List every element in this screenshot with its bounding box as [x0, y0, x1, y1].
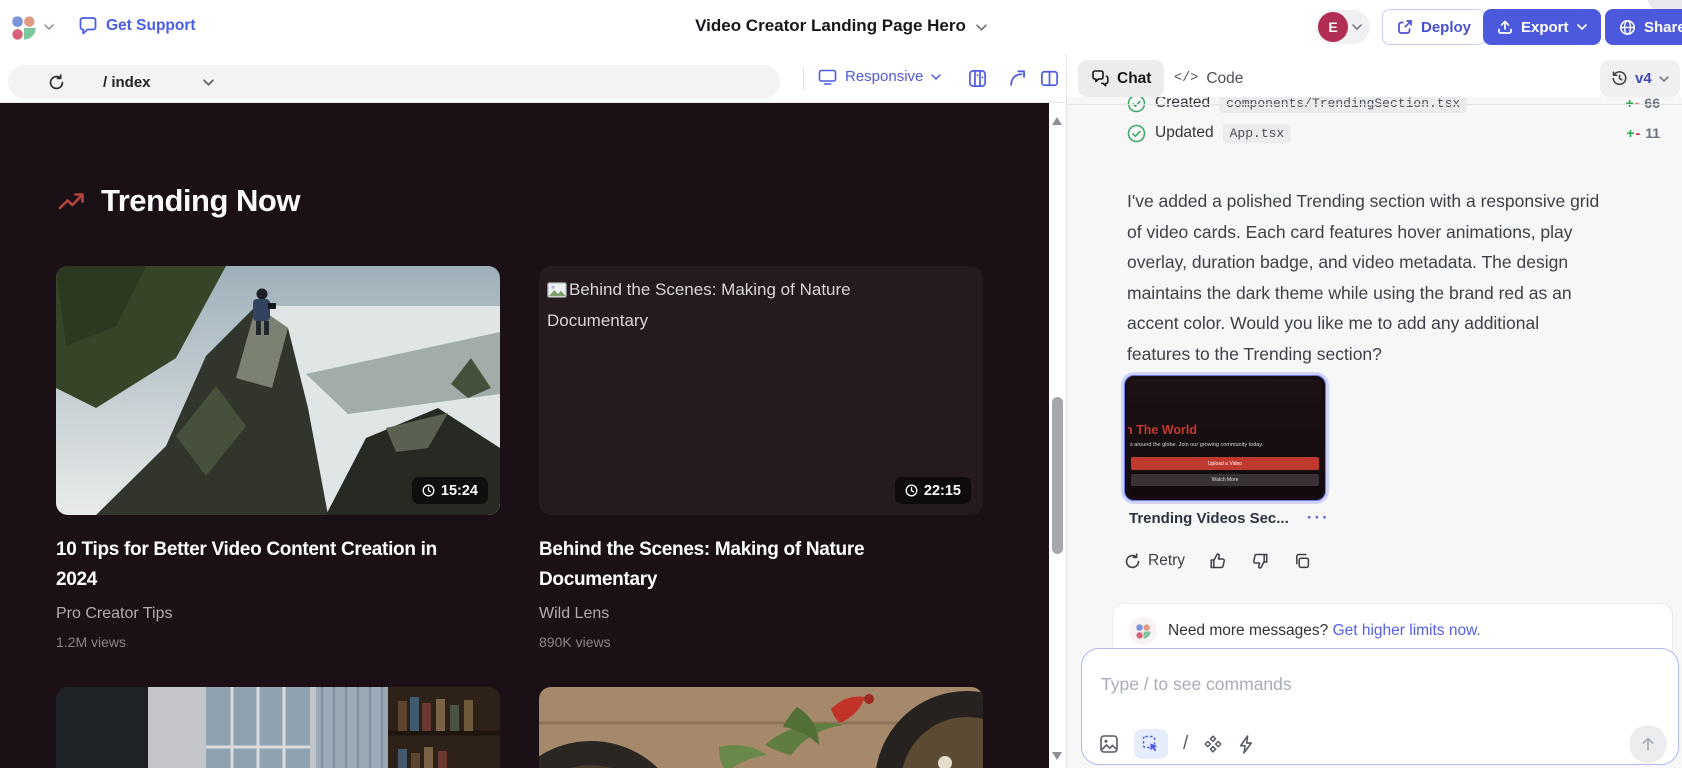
image-attach-icon[interactable]: [1099, 734, 1119, 754]
composer-tools: /: [1099, 729, 1255, 759]
video-thumbnail-interior[interactable]: [56, 687, 500, 768]
limits-text: Need more messages? Get higher limits no…: [1168, 622, 1481, 640]
composer-input[interactable]: [1101, 671, 1521, 697]
video-title[interactable]: Behind the Scenes: Making of Nature Docu…: [539, 535, 999, 595]
tab-code[interactable]: </> Code: [1174, 60, 1243, 97]
app-window: Get Support Video Creator Landing Page H…: [0, 0, 1682, 768]
check-circle-icon: [1127, 124, 1146, 143]
version-label: v4: [1635, 70, 1652, 87]
file-chip: App.tsx: [1223, 124, 1292, 143]
thumbs-down-button[interactable]: [1251, 552, 1269, 570]
device-chevron-icon: [931, 74, 941, 80]
avatar-chevron-icon: [1352, 24, 1362, 30]
panel-columns-icon[interactable]: [968, 69, 987, 88]
device-mode-selector[interactable]: Responsive: [818, 68, 941, 85]
duration-badge: 15:24: [412, 477, 488, 504]
video-thumbnail-photographer[interactable]: 15:24: [56, 266, 500, 515]
thumbs-up-button[interactable]: [1209, 552, 1227, 570]
file-op-updated[interactable]: Updated App.tsx +-11: [1127, 121, 1660, 145]
toolbar-divider: [803, 67, 804, 91]
trending-up-icon: [58, 191, 85, 213]
route-path: / index: [103, 74, 151, 91]
upload-icon: [1497, 19, 1513, 35]
avatar: E: [1318, 12, 1348, 42]
video-views: 890K views: [539, 634, 611, 650]
export-button[interactable]: Export: [1483, 9, 1601, 45]
route-chevron-icon: [203, 79, 214, 86]
clock-icon: [422, 484, 435, 497]
share-button[interactable]: Share: [1605, 9, 1682, 45]
select-element-tool[interactable]: [1134, 729, 1168, 759]
video-thumbnail-broken-image[interactable]: Behind the Scenes: Making of Nature Docu…: [539, 266, 983, 515]
split-view-icon[interactable]: [1040, 69, 1059, 88]
version-chevron-icon: [1659, 76, 1669, 82]
globe-icon: [1619, 19, 1636, 36]
video-views: 1.2M views: [56, 634, 126, 650]
section-title: Trending Now: [101, 183, 300, 219]
preview-scrollbar[interactable]: [1049, 103, 1066, 768]
file-op-created[interactable]: Created components/TrendingSection.tsx +…: [1127, 97, 1660, 115]
retry-button[interactable]: Retry: [1124, 552, 1185, 570]
assistant-message: I've added a polished Trending section w…: [1127, 186, 1599, 369]
version-selector[interactable]: v4: [1600, 60, 1680, 97]
video-channel: Pro Creator Tips: [56, 605, 172, 623]
chat-panel: Created components/TrendingSection.tsx +…: [1067, 97, 1682, 768]
mini-primary-button: Upload a Video: [1131, 457, 1319, 470]
message-actions: Retry: [1124, 552, 1311, 570]
deploy-button[interactable]: Deploy: [1382, 9, 1486, 45]
title-chevron-icon: [976, 24, 987, 31]
external-link-icon: [1397, 19, 1413, 35]
tab-chat[interactable]: Chat: [1078, 60, 1164, 97]
duration-badge: 22:15: [895, 477, 971, 504]
chat-top-divider: [1067, 104, 1682, 105]
mini-subtext: s around the globe. Join our growing com…: [1130, 442, 1320, 448]
interior-photo-illustration: [56, 687, 500, 768]
video-channel: Wild Lens: [539, 605, 609, 623]
monitor-icon: [818, 69, 837, 85]
pane-divider[interactable]: [1066, 54, 1067, 768]
attachment-thumbnail[interactable]: h The World s around the globe. Join our…: [1124, 375, 1326, 501]
refresh-icon[interactable]: [48, 74, 65, 91]
chat-composer[interactable]: /: [1081, 648, 1679, 765]
scrollbar-thumb[interactable]: [1052, 397, 1063, 554]
site-preview: Trending Now: [0, 103, 1049, 768]
quick-actions-icon[interactable]: [1238, 735, 1255, 754]
attachment-more-menu[interactable]: ···: [1307, 508, 1330, 528]
retry-icon: [1124, 553, 1141, 570]
video-thumbnail-food[interactable]: [539, 687, 983, 768]
history-icon: [1611, 70, 1628, 87]
mini-secondary-button: Watch More: [1131, 474, 1319, 486]
slash-command-icon[interactable]: /: [1183, 733, 1188, 755]
scroll-up-arrow-icon[interactable]: [1052, 117, 1062, 125]
account-menu[interactable]: E: [1316, 10, 1370, 44]
chat-bubbles-icon: [1091, 70, 1109, 87]
clock-icon: [905, 484, 918, 497]
code-icon: </>: [1174, 71, 1198, 86]
integrations-icon[interactable]: [1203, 734, 1223, 754]
higher-limits-link[interactable]: Get higher limits now.: [1333, 622, 1481, 639]
top-header: Get Support Video Creator Landing Page H…: [0, 0, 1682, 54]
broken-image-icon: [547, 282, 567, 298]
mini-heading: h The World: [1128, 423, 1197, 437]
mini-site-preview: h The World s around the globe. Join our…: [1128, 379, 1322, 497]
scroll-down-arrow-icon[interactable]: [1052, 752, 1062, 760]
image-alt-text: Behind the Scenes: Making of Nature Docu…: [547, 274, 851, 336]
food-photo-illustration: [539, 687, 983, 768]
export-chevron-icon: [1577, 24, 1587, 30]
open-in-new-window-icon[interactable]: [1008, 69, 1027, 88]
diff-stat: +-11: [1626, 125, 1660, 141]
route-bar[interactable]: / index: [8, 65, 780, 99]
video-title[interactable]: 10 Tips for Better Video Content Creatio…: [56, 535, 516, 595]
copy-button[interactable]: [1293, 552, 1311, 570]
send-button[interactable]: [1629, 725, 1667, 763]
attachment-label: Trending Videos Sec...: [1129, 510, 1289, 527]
preview-toolbar: / index Responsive: [0, 54, 1066, 103]
app-logo-small-icon: [1129, 617, 1157, 645]
